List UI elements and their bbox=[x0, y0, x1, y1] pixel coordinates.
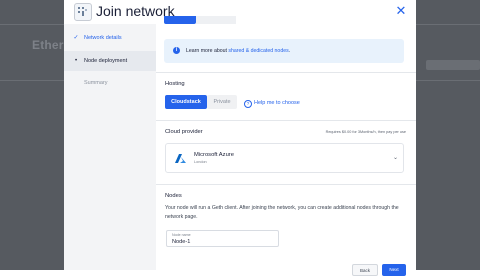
nodes-label: Nodes bbox=[165, 193, 182, 199]
section-divider bbox=[156, 72, 416, 73]
current-step-dot-icon: • bbox=[74, 58, 78, 64]
azure-icon bbox=[175, 154, 186, 163]
close-icon[interactable]: ✕ bbox=[394, 4, 408, 18]
node-name-field[interactable]: Node name Node-1 bbox=[166, 230, 279, 247]
help-link-label: Help me to choose bbox=[254, 100, 300, 106]
hosting-label: Hosting bbox=[165, 81, 185, 87]
help-me-choose-link[interactable]: ? Help me to choose bbox=[244, 99, 300, 108]
hosting-option-cloudstack[interactable]: Cloudstack bbox=[165, 95, 207, 109]
step-network-details[interactable]: ✓ Network details bbox=[64, 28, 156, 48]
provider-region: London bbox=[194, 160, 207, 164]
node-name-field-label: Node name bbox=[172, 233, 191, 237]
node-name-value[interactable]: Node-1 bbox=[172, 239, 190, 245]
info-icon: i bbox=[173, 47, 180, 54]
question-icon: ? bbox=[244, 100, 252, 108]
cloud-provider-label: Cloud provider bbox=[165, 129, 203, 135]
step-label: Network details bbox=[84, 35, 122, 41]
info-suffix: . bbox=[288, 48, 291, 54]
price-note: Requires $0.00 for 3Months/h, then pay p… bbox=[325, 130, 406, 134]
section-divider bbox=[156, 184, 416, 185]
network-logo-icon bbox=[74, 3, 92, 21]
info-text: Learn more about shared & dedicated node… bbox=[186, 47, 290, 55]
nodes-description: Your node will run a Geth client. After … bbox=[165, 205, 399, 220]
chevron-down-icon: ⌄ bbox=[393, 155, 399, 161]
hosting-option-private[interactable]: Private bbox=[207, 95, 237, 109]
next-button[interactable]: Next bbox=[382, 264, 406, 276]
modal-title: Join network bbox=[96, 3, 175, 19]
step-summary[interactable]: Summary bbox=[64, 73, 156, 93]
step-node-deployment[interactable]: • Node deployment bbox=[64, 51, 156, 71]
background-button bbox=[426, 60, 480, 70]
node-deployment-content: i Learn more about shared & dedicated no… bbox=[156, 16, 416, 270]
scrolled-selected-option bbox=[164, 16, 196, 24]
info-prefix: Learn more about bbox=[186, 48, 229, 54]
section-divider bbox=[156, 120, 416, 121]
cloud-provider-select[interactable]: Microsoft Azure London ⌄ bbox=[165, 143, 404, 173]
step-label: Summary bbox=[84, 80, 108, 86]
steps-sidebar: ✓ Network details • Node deployment Summ… bbox=[64, 24, 156, 270]
dedicated-nodes-link[interactable]: shared & dedicated nodes bbox=[228, 48, 288, 54]
scrolled-tab-strip bbox=[164, 16, 244, 28]
step-label: Node deployment bbox=[84, 58, 128, 64]
join-network-modal: Join network ✕ ✓ Network details • Node … bbox=[64, 0, 416, 270]
info-banner: i Learn more about shared & dedicated no… bbox=[164, 39, 404, 63]
checkmark-icon: ✓ bbox=[73, 35, 79, 41]
back-button[interactable]: Back bbox=[352, 264, 378, 276]
provider-name: Microsoft Azure bbox=[194, 152, 234, 158]
scrolled-option bbox=[196, 16, 236, 24]
